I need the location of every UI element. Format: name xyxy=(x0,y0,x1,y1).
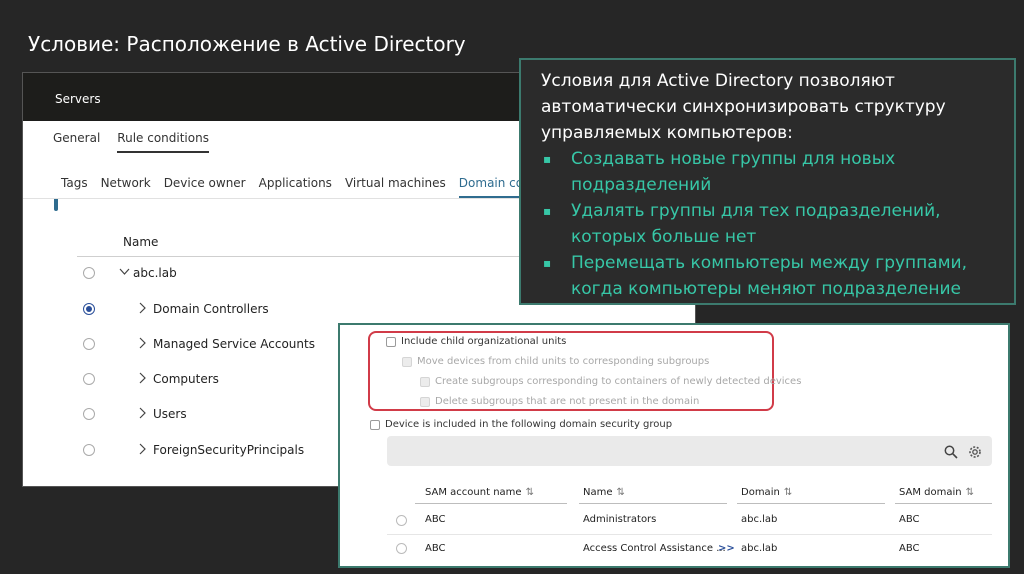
radio-button[interactable] xyxy=(83,444,95,456)
callout-bullet: ▪ Перемещать компьютеры между группами, к… xyxy=(541,250,994,302)
radio-button[interactable] xyxy=(83,408,95,420)
sort-icon[interactable]: ⇅ xyxy=(966,487,974,498)
sort-icon[interactable]: ⇅ xyxy=(617,487,625,498)
chevron-right-icon[interactable] xyxy=(137,302,147,314)
row-divider xyxy=(387,534,992,535)
header-underline xyxy=(415,503,567,504)
callout-list: ▪ Создавать новые группы для новых подраз… xyxy=(541,146,994,302)
chevron-down-icon[interactable] xyxy=(119,266,130,278)
radio-button[interactable] xyxy=(83,338,95,350)
callout-box: Условия для Active Directory позволяют а… xyxy=(519,58,1016,305)
checkbox[interactable] xyxy=(420,396,430,407)
expand-icon[interactable]: >> xyxy=(718,543,735,554)
header-underline xyxy=(895,503,992,504)
gear-icon[interactable] xyxy=(968,444,982,458)
tab-general[interactable]: General xyxy=(53,131,100,153)
chevron-right-icon[interactable] xyxy=(137,407,147,419)
bullet-icon: ▪ xyxy=(543,152,552,166)
checkbox[interactable] xyxy=(402,356,412,367)
header-underline xyxy=(737,503,885,504)
tree-node-label: Users xyxy=(153,407,187,421)
checkbox-move-devices[interactable]: Move devices from child units to corresp… xyxy=(402,356,709,367)
tree-node-label: Domain Controllers xyxy=(153,302,269,316)
bullet-icon: ▪ xyxy=(543,256,552,270)
checkbox-delete-subgroups[interactable]: Delete subgroups that are not present in… xyxy=(420,396,699,407)
domain-group-window: Include child organizational units Move … xyxy=(338,323,1010,568)
tab-applications[interactable]: Applications xyxy=(259,176,332,198)
chevron-right-icon[interactable] xyxy=(137,337,147,349)
tab-tags[interactable]: Tags xyxy=(61,176,88,198)
tree-node-label: ForeignSecurityPrincipals xyxy=(153,443,305,457)
chevron-right-icon[interactable] xyxy=(137,372,147,384)
checkbox-security-group[interactable]: Device is included in the following doma… xyxy=(370,419,672,430)
condition-tabs: Tags Network Device owner Applications V… xyxy=(61,176,579,198)
tab-network[interactable]: Network xyxy=(101,176,151,198)
row-radio[interactable] xyxy=(396,543,407,554)
checkbox[interactable] xyxy=(420,376,430,387)
checkbox[interactable] xyxy=(370,419,380,430)
main-tabs: General Rule conditions xyxy=(53,131,226,153)
radio-button[interactable] xyxy=(83,267,95,279)
tree-node-label: Managed Service Accounts xyxy=(153,337,315,351)
callout-bullet: ▪ Создавать новые группы для новых подраз… xyxy=(541,146,994,198)
radio-button[interactable] xyxy=(83,373,95,385)
row-radio[interactable] xyxy=(396,515,407,526)
tab-virtual-machines[interactable]: Virtual machines xyxy=(345,176,446,198)
scroll-indicator xyxy=(54,199,58,211)
slide-title: Условие: Расположение в Active Directory xyxy=(28,32,466,56)
bullet-icon: ▪ xyxy=(543,204,552,218)
checkbox-create-subgroups[interactable]: Create subgroups corresponding to contai… xyxy=(420,376,801,387)
chevron-right-icon[interactable] xyxy=(137,443,147,455)
search-icon[interactable] xyxy=(944,444,958,459)
column-header-sam-account[interactable]: SAM account name ⇅ xyxy=(425,487,534,498)
tab-device-owner[interactable]: Device owner xyxy=(164,176,246,198)
sort-icon[interactable]: ⇅ xyxy=(526,487,534,498)
checkbox-include-child-units[interactable]: Include child organizational units xyxy=(386,336,566,347)
column-header-domain[interactable]: Domain ⇅ xyxy=(741,487,792,498)
column-header-name: Name xyxy=(123,235,159,249)
header-underline xyxy=(579,503,727,504)
search-input[interactable] xyxy=(387,436,992,466)
callout-bullet: ▪ Удалять группы для тех подразделений, к… xyxy=(541,198,994,250)
column-header-sam-domain[interactable]: SAM domain ⇅ xyxy=(899,487,974,498)
checkbox[interactable] xyxy=(386,336,396,347)
tree-node-label: abc.lab xyxy=(133,266,177,280)
callout-intro: Условия для Active Directory позволяют а… xyxy=(541,71,946,143)
tab-rule-conditions[interactable]: Rule conditions xyxy=(117,131,209,153)
radio-button[interactable] xyxy=(83,303,95,315)
column-header-name[interactable]: Name ⇅ xyxy=(583,487,625,498)
tree-node-label: Computers xyxy=(153,372,219,386)
sort-icon[interactable]: ⇅ xyxy=(784,487,792,498)
